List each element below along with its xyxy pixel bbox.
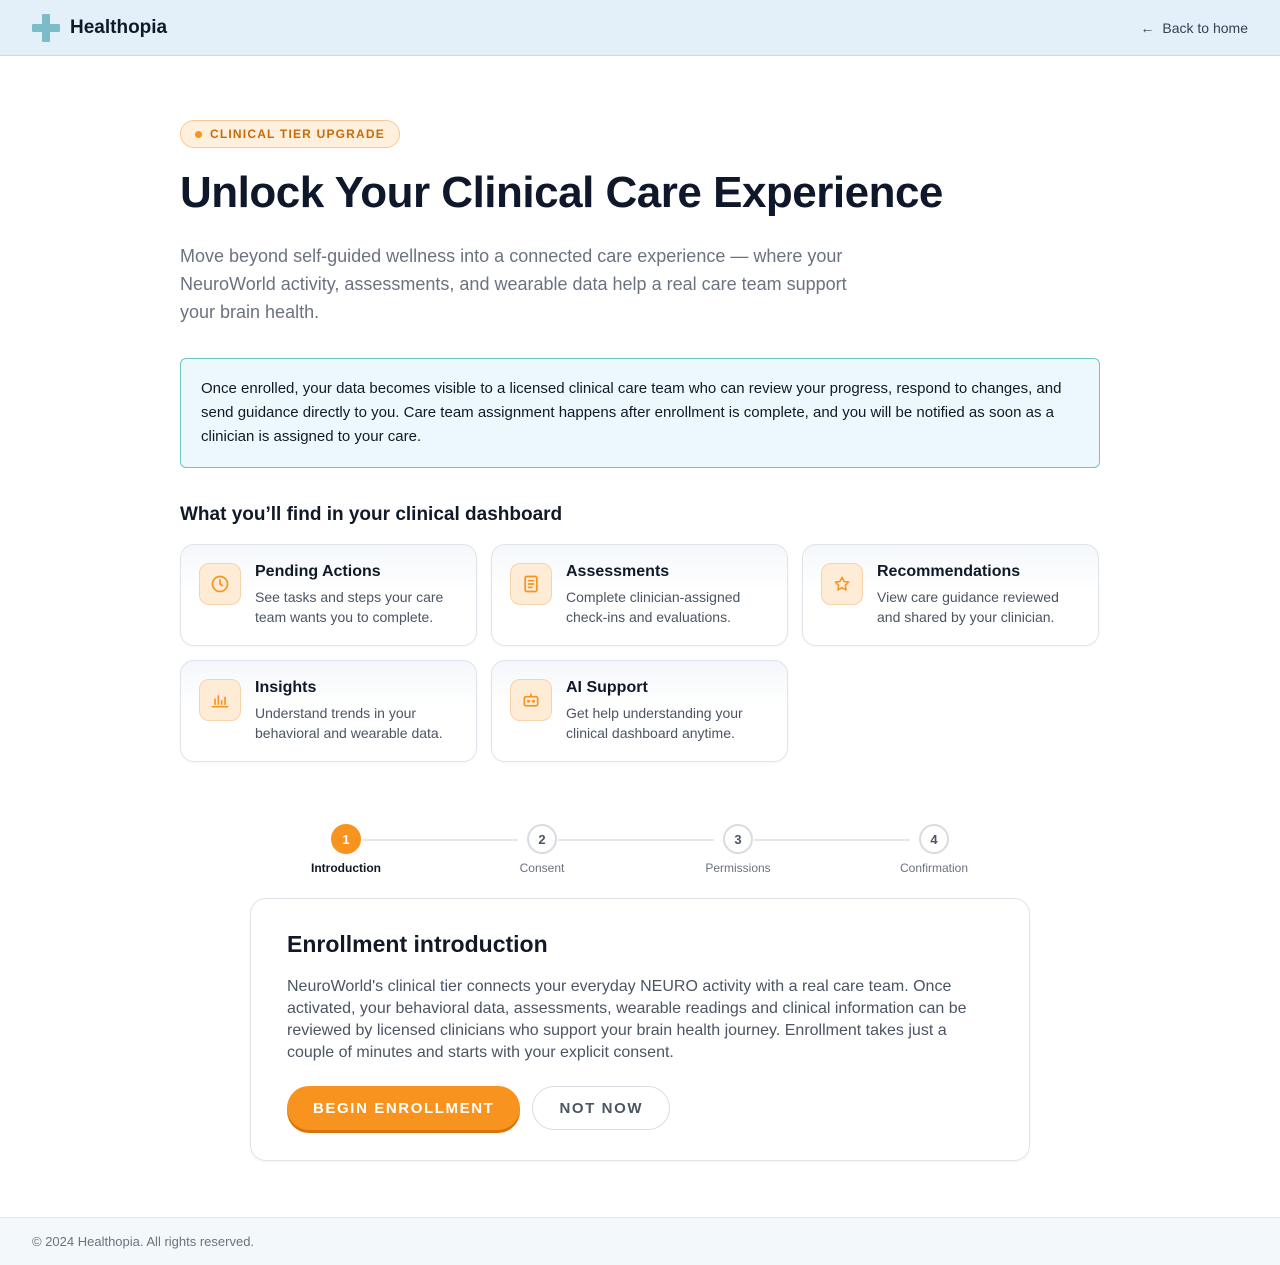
card-description: Get help understanding your clinical das…	[566, 705, 743, 741]
card-title: Assessments	[566, 563, 670, 580]
clock-icon	[199, 563, 241, 605]
step-introduction: 1 Introduction	[296, 824, 396, 875]
card-title: AI Support	[566, 679, 648, 696]
copyright-text: © 2024 Healthopia. All rights reserved.	[32, 1234, 255, 1249]
star-icon	[821, 563, 863, 605]
main-content: CLINICAL TIER UPGRADE Unlock Your Clinic…	[180, 120, 1100, 762]
card-title: Recommendations	[877, 563, 1021, 580]
back-to-home-label: Back to home	[1162, 19, 1248, 36]
card-title: Pending Actions	[255, 563, 381, 580]
document-icon	[510, 563, 552, 605]
begin-enrollment-button[interactable]: BEGIN ENROLLMENT	[287, 1086, 521, 1130]
card-description: Complete clinician-assigned check-ins an…	[566, 589, 741, 625]
page-subtitle: Move beyond self-guided wellness into a …	[180, 246, 847, 322]
step-number: 3	[723, 824, 753, 854]
back-to-home-link[interactable]: ← Back to home	[1140, 20, 1248, 36]
step-label: Consent	[519, 861, 565, 875]
step-consent: 2 Consent	[492, 824, 592, 875]
enrollment-actions: BEGIN ENROLLMENT NOT NOW	[287, 1086, 993, 1130]
enrollment-card: Enrollment introduction NeuroWorld's cli…	[250, 898, 1030, 1161]
card-description: See tasks and steps your care team wants…	[255, 589, 444, 625]
dashboard-section-title: What you’ll find in your clinical dashbo…	[180, 504, 563, 525]
feature-card-pending-actions: Pending Actions See tasks and steps your…	[180, 544, 477, 646]
step-confirmation: 4 Confirmation	[884, 824, 984, 875]
step-label: Introduction	[311, 861, 381, 875]
brand-name: Healthopia	[70, 16, 168, 38]
badge-label: CLINICAL TIER UPGRADE	[210, 127, 385, 141]
feature-card-recommendations: Recommendations View care guidance revie…	[802, 544, 1099, 646]
feature-cards: Pending Actions See tasks and steps your…	[180, 544, 1100, 762]
medical-cross-logo-icon	[32, 13, 60, 42]
card-title: Insights	[255, 679, 317, 696]
bar-chart-icon	[199, 679, 241, 721]
not-now-button[interactable]: NOT NOW	[532, 1086, 671, 1130]
footer: © 2024 Healthopia. All rights reserved.	[0, 1217, 1280, 1265]
feature-card-assessments: Assessments Complete clinician-assigned …	[491, 544, 788, 646]
step-number: 2	[527, 824, 557, 854]
badge-dot-icon	[195, 130, 202, 138]
step-label: Permissions	[705, 861, 771, 875]
page-title: Unlock Your Clinical Care Experience	[180, 168, 943, 217]
card-description: View care guidance reviewed and shared b…	[877, 589, 1059, 625]
step-number: 1	[331, 824, 361, 854]
enrollment-title: Enrollment introduction	[287, 931, 548, 957]
enrollment-notice: Once enrolled, your data becomes visible…	[180, 358, 1100, 468]
step-label: Confirmation	[899, 861, 969, 875]
feature-card-insights: Insights Understand trends in your behav…	[180, 660, 477, 762]
step-permissions: 3 Permissions	[688, 824, 788, 875]
brand[interactable]: Healthopia	[32, 13, 168, 42]
enrollment-stepper: 1 Introduction 2 Consent 3 Permissions 4…	[296, 824, 984, 884]
step-number: 4	[919, 824, 949, 854]
top-header: Healthopia ← Back to home	[0, 0, 1280, 56]
card-description: Understand trends in your behavioral and…	[255, 705, 443, 741]
enrollment-description: NeuroWorld's clinical tier connects your…	[287, 978, 967, 1061]
tier-badge: CLINICAL TIER UPGRADE	[180, 120, 400, 148]
feature-card-ai-support: AI Support Get help understanding your c…	[491, 660, 788, 762]
robot-icon	[510, 679, 552, 721]
arrow-left-icon: ←	[1140, 19, 1155, 36]
